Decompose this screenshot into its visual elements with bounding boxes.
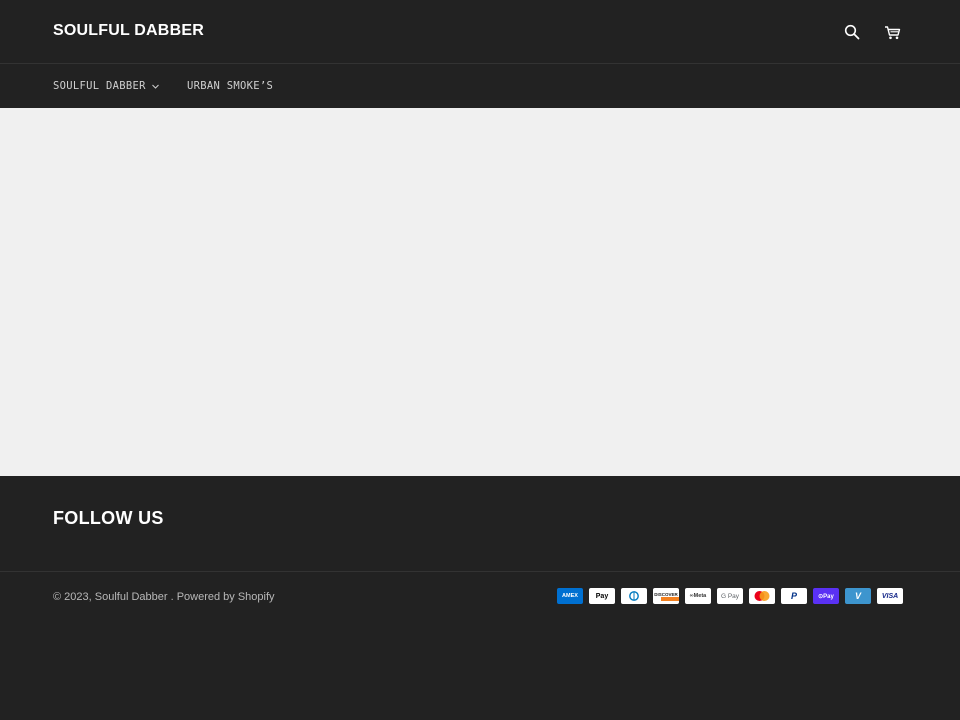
visa-icon: VISA [877, 588, 903, 604]
main-content [0, 108, 960, 476]
google-pay-icon: G Pay [717, 588, 743, 604]
follow-us-heading: FOLLOW US [53, 508, 164, 528]
shop-pay-icon: ⊙Pay [813, 588, 839, 604]
venmo-icon: V [845, 588, 871, 604]
nav-item-soulful-dabber[interactable]: SOULFUL DABBER [53, 80, 159, 92]
diners-club-icon [621, 588, 647, 604]
mastercard-icon [749, 588, 775, 604]
nav-item-label: URBAN SMOKE’S [187, 80, 274, 92]
cart-button[interactable] [880, 20, 904, 44]
powered-by-shopify-link[interactable]: Powered by Shopify [177, 591, 275, 603]
nav-item-urban-smokes[interactable]: URBAN SMOKE’S [187, 80, 273, 92]
meta-pay-icon: ∞Meta [685, 588, 711, 604]
paypal-icon: P [781, 588, 807, 604]
site-footer: FOLLOW US © 2023, Soulful Dabber . Power… [0, 476, 960, 720]
apple-pay-icon: Pay [589, 588, 615, 604]
copyright-prefix: © 2023, [53, 591, 95, 603]
payment-icons: AMEX Pay DISCOVER ∞Meta G Pay P ⊙Pay V V… [557, 588, 903, 604]
store-name-link[interactable]: Soulful Dabber [95, 591, 168, 603]
nav-item-label: SOULFUL DABBER [53, 80, 146, 92]
discover-icon: DISCOVER [653, 588, 679, 604]
chevron-down-icon [151, 84, 159, 89]
search-icon [844, 24, 860, 40]
cart-icon [884, 25, 900, 39]
copyright-text: © 2023, Soulful Dabber . Powered by Shop… [53, 591, 275, 603]
site-logo[interactable]: SOULFUL DABBER [53, 22, 204, 40]
search-button[interactable] [840, 20, 864, 44]
copyright-separator: . [167, 591, 177, 603]
site-header: SOULFUL DABBER [0, 0, 960, 64]
amex-icon: AMEX [557, 588, 583, 604]
footer-divider [0, 571, 960, 572]
main-navigation: SOULFUL DABBER URBAN SMOKE’S [0, 64, 960, 108]
